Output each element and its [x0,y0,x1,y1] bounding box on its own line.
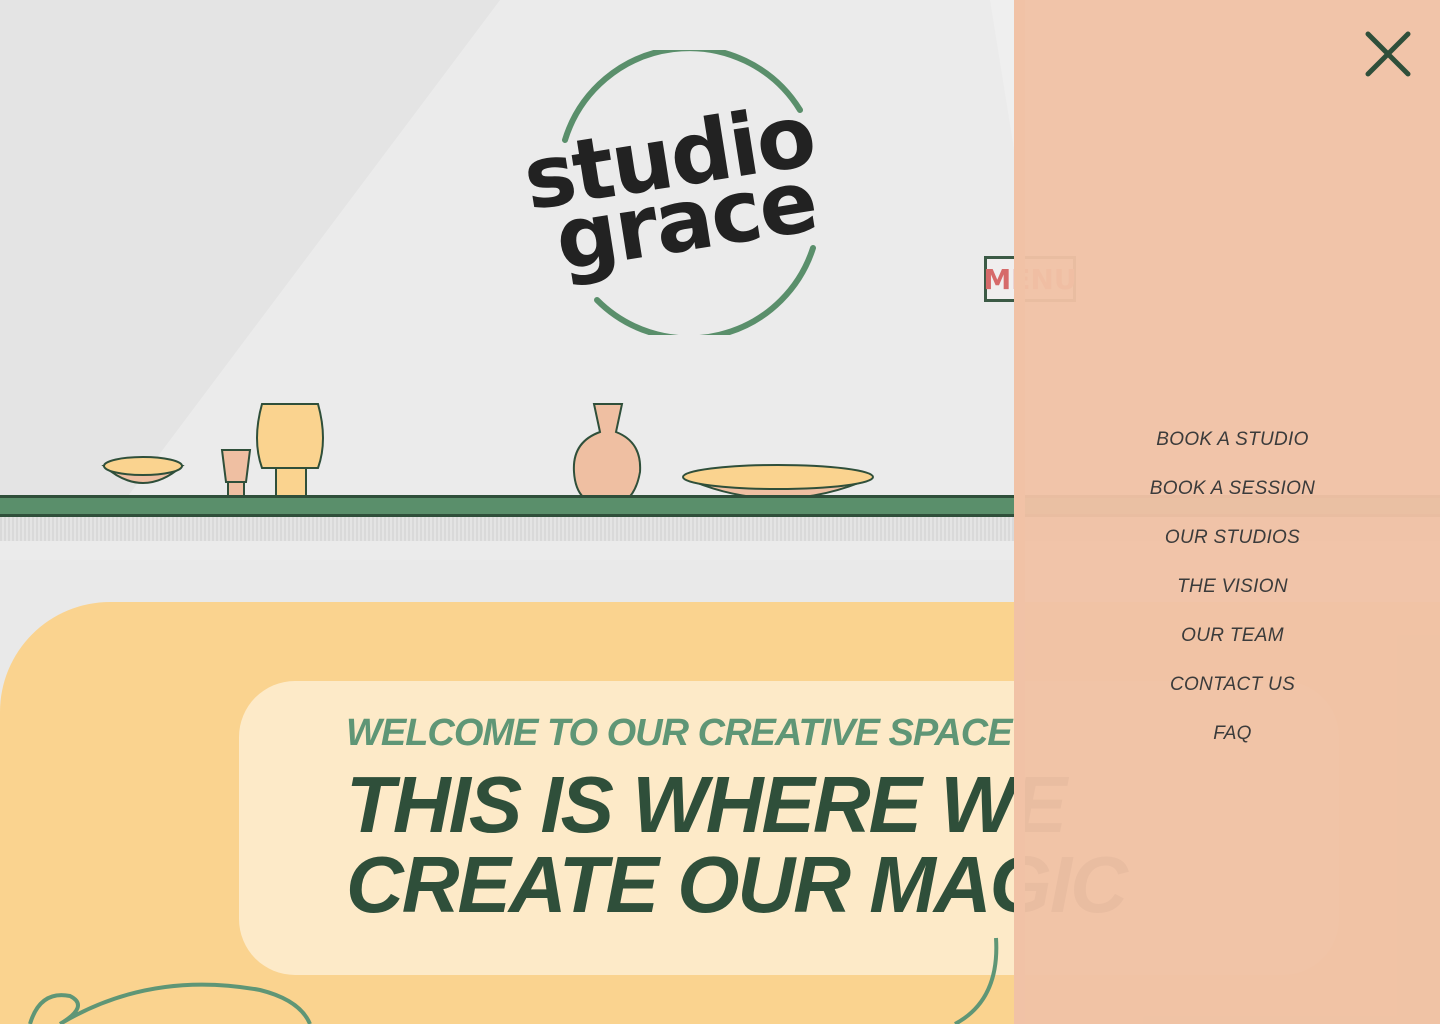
nav-item-contact-us[interactable]: CONTACT US [1025,665,1440,714]
bowl-icon [101,456,185,484]
mushroom-lamp-icon [256,403,324,504]
nav-item-the-vision[interactable]: THE VISION [1025,567,1440,616]
hero-title-line-2: CREATE OUR MAGIC [346,840,1128,929]
small-lamp-icon [220,449,252,501]
page: studio grace MENU WELCOME TO OUR CREATIV… [0,0,1440,1024]
nav-item-our-team[interactable]: OUR TEAM [1025,616,1440,665]
hero-title: THIS IS WHERE WE CREATE OUR MAGIC [346,760,1128,929]
close-x-icon [1365,31,1411,77]
nav-item-book-a-session[interactable]: BOOK A SESSION [1025,469,1440,518]
overlay-nav: BOOK A STUDIO BOOK A SESSION OUR STUDIOS… [1025,420,1440,763]
hero-kicker: WELCOME TO OUR CREATIVE SPACE [346,712,1013,754]
nav-item-our-studios[interactable]: OUR STUDIOS [1025,518,1440,567]
close-menu-button[interactable] [1360,26,1416,82]
vase-icon [572,403,642,508]
studio-grace-logo[interactable]: studio grace [505,50,855,335]
nav-item-faq[interactable]: FAQ [1025,714,1440,763]
plate-icon [682,464,874,500]
hero-title-line-1: THIS IS WHERE WE [346,760,1067,849]
nav-item-book-a-studio[interactable]: BOOK A STUDIO [1025,420,1440,469]
